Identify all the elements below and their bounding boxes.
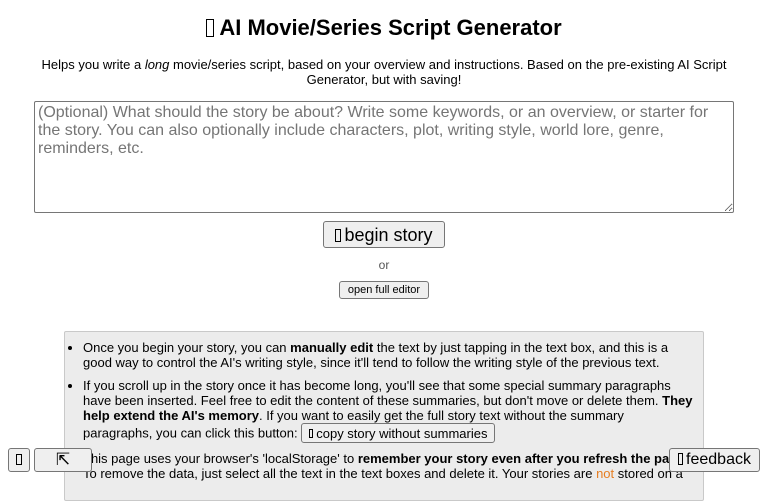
subtitle-emphasis: long — [144, 57, 170, 72]
begin-story-button[interactable]: begin story — [323, 221, 445, 248]
help-item-editing: Once you begin your story, you can manua… — [83, 340, 693, 370]
help-item-storage: This page uses your browser's 'localStor… — [83, 451, 693, 481]
story-prompt-input[interactable] — [34, 101, 734, 213]
copy-without-summaries-button[interactable]: copy story without summaries — [301, 423, 496, 443]
feedback-glyph-icon — [678, 453, 684, 465]
or-separator: or — [378, 258, 390, 272]
feedback-button[interactable]: feedback — [669, 448, 760, 472]
copy-glyph-icon — [309, 428, 314, 438]
help-panel: Once you begin your story, you can manua… — [64, 331, 704, 501]
menu-glyph-icon — [16, 453, 22, 465]
title-glyph-icon — [206, 19, 215, 37]
help-item-summaries: If you scroll up in the story once it ha… — [83, 378, 693, 443]
open-full-editor-button[interactable]: open full editor — [339, 281, 429, 299]
page-subtitle: Helps you write a long movie/series scri… — [41, 57, 727, 87]
help-list: Once you begin your story, you can manua… — [65, 332, 703, 481]
arrow-up-left-icon: ⇱ — [55, 450, 71, 469]
begin-glyph-icon — [335, 228, 342, 242]
begin-story-label: begin story — [344, 224, 433, 245]
collapse-button[interactable]: ⇱ — [34, 448, 92, 472]
not-highlight: not — [596, 466, 615, 481]
page-title: AI Movie/Series Script Generator — [0, 14, 768, 42]
menu-button[interactable] — [8, 448, 30, 472]
